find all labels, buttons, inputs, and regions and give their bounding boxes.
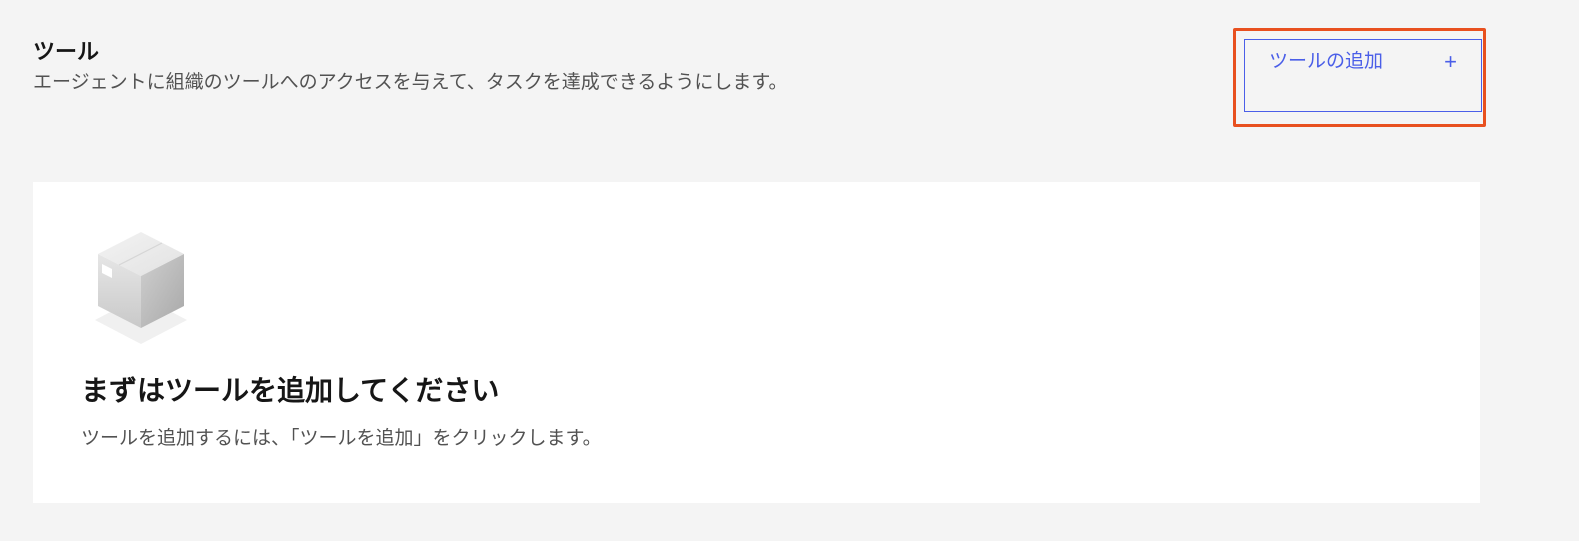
section-title: ツール bbox=[33, 40, 100, 65]
highlight-frame: ツールの追加 + bbox=[1233, 28, 1486, 127]
section-description: エージェントに組織のツールへのアクセスを与えて、タスクを達成できるようにします。 bbox=[33, 71, 788, 93]
plus-icon: + bbox=[1444, 49, 1457, 74]
tools-section-header: ツール エージェントに組織のツールへのアクセスを与えて、タスクを達成できるように… bbox=[33, 38, 1133, 96]
empty-state-description: ツールを追加するには、「ツールを追加」をクリックします。 bbox=[81, 427, 602, 449]
add-tool-label: ツールの追加 bbox=[1269, 51, 1384, 72]
empty-state-title: まずはツールを追加してください bbox=[81, 374, 500, 407]
empty-state-card: まずはツールを追加してください ツールを追加するには、「ツールを追加」をクリック… bbox=[33, 182, 1480, 503]
box-icon bbox=[95, 232, 187, 344]
add-tool-button[interactable]: ツールの追加 + bbox=[1244, 39, 1482, 112]
